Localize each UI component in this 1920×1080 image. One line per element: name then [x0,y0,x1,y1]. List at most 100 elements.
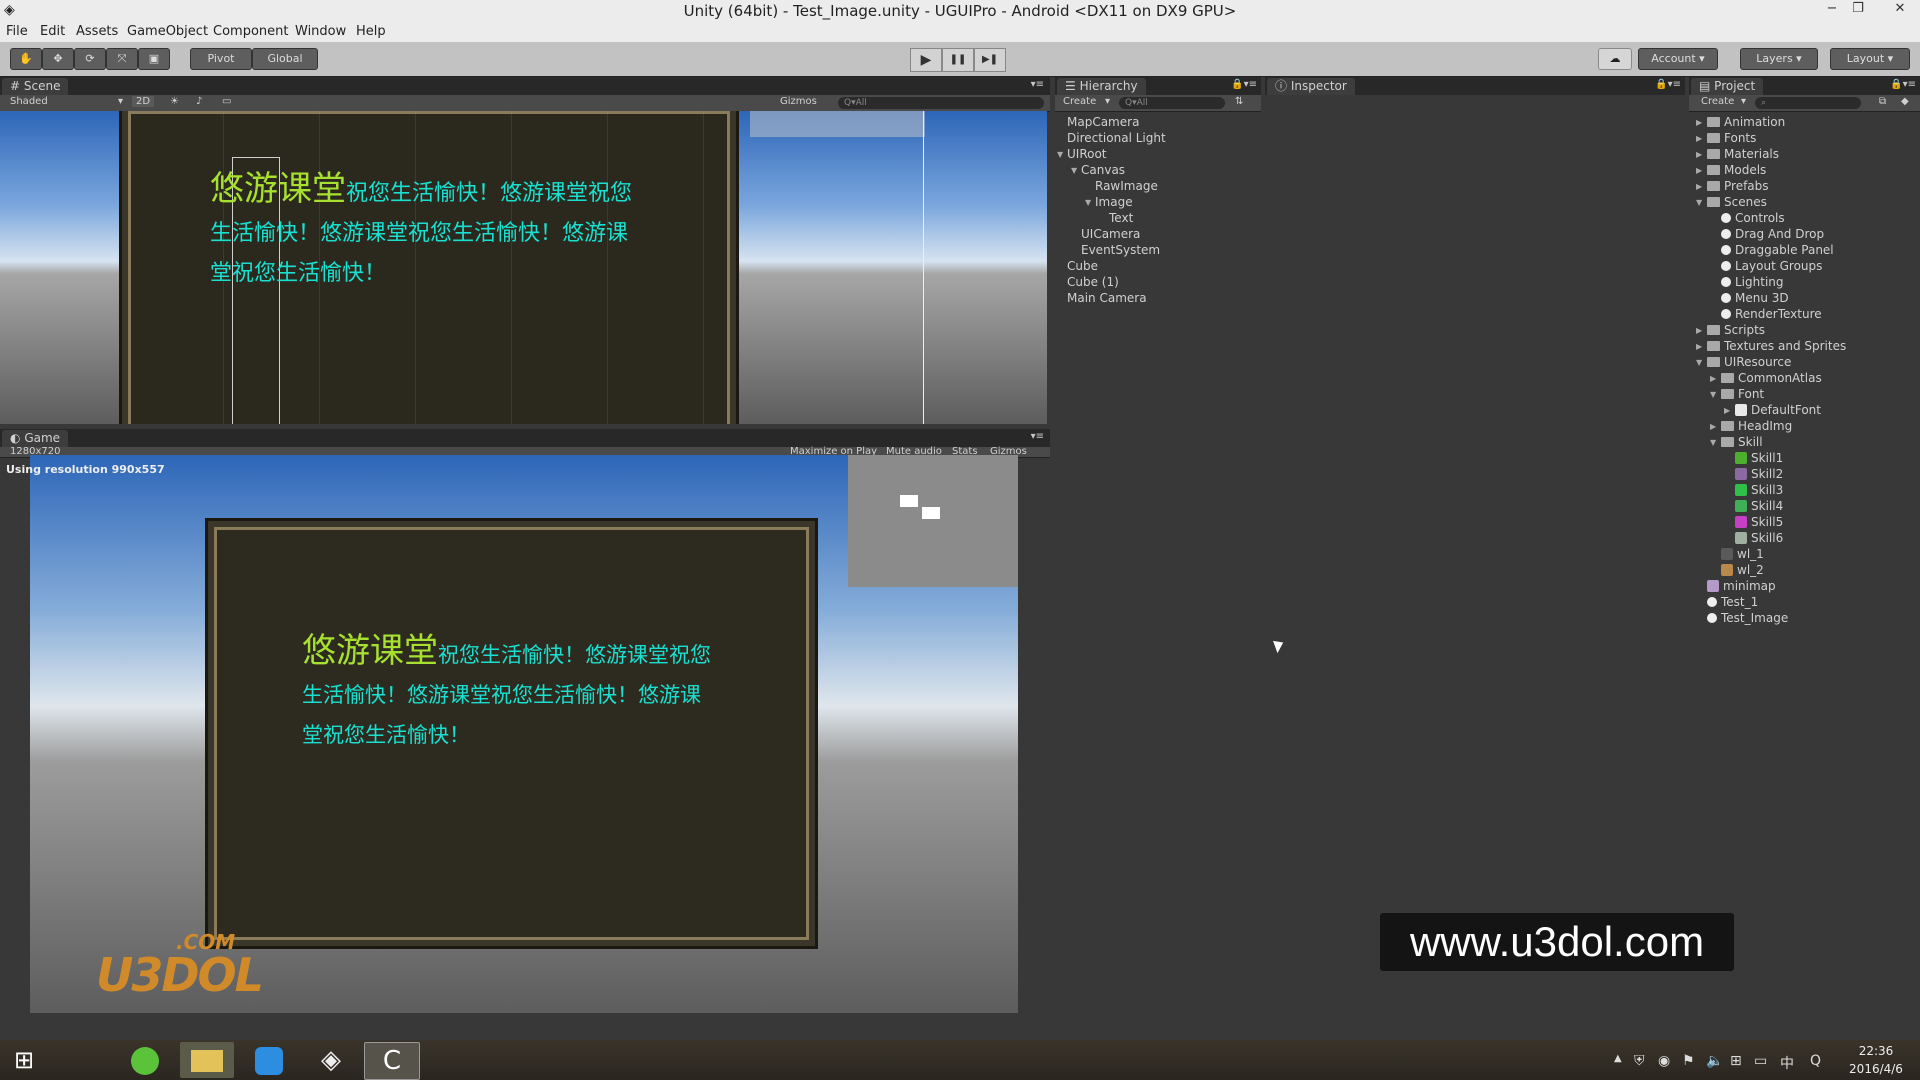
windows-start-icon[interactable]: ⊞ [0,1042,48,1078]
expand-arrow-icon[interactable]: ▼ [1071,166,1077,175]
project-item[interactable]: ▶ Textures and Sprites [1696,339,1846,353]
pivot-toggle[interactable]: Pivot [190,48,252,70]
expand-arrow-icon[interactable]: ▼ [1696,198,1702,207]
project-item[interactable]: ▼ Skill [1710,435,1763,449]
expand-arrow-icon[interactable]: ▼ [1710,438,1716,447]
hierarchy-item[interactable]: Text [1109,211,1133,225]
project-item[interactable]: minimap [1707,579,1776,593]
effects-toggle-icon[interactable]: ▭ [222,96,231,107]
project-item[interactable]: ▶ Animation [1696,115,1785,129]
project-filter-icon[interactable]: ⧉ [1879,96,1886,107]
restore-button[interactable]: ❐ [1846,1,1870,21]
expand-arrow-icon[interactable]: ▼ [1085,198,1091,207]
menu-assets[interactable]: Assets [76,24,118,39]
hierarchy-item[interactable]: Cube (1) [1067,275,1119,289]
2d-toggle[interactable]: 2D [132,96,155,107]
expand-arrow-icon[interactable]: ▶ [1696,150,1702,159]
project-item[interactable]: Menu 3D [1721,291,1789,305]
global-toggle[interactable]: Global [252,48,318,70]
project-lock-icon[interactable]: 🔒▾≡ [1890,79,1916,90]
game-panel-menu-icon[interactable]: ▾≡ [1031,431,1044,442]
scale-tool-icon[interactable]: ⤧ [106,48,138,70]
project-item[interactable]: Skill3 [1735,483,1783,497]
project-item[interactable]: Test_1 [1707,595,1758,609]
layers-dropdown[interactable]: Layers ▾ [1740,48,1818,70]
scene-search-input[interactable]: Q▾All [838,97,1044,109]
expand-arrow-icon[interactable]: ▶ [1696,182,1702,191]
project-item[interactable]: ▶ Materials [1696,147,1779,161]
app-360-icon[interactable] [118,1042,172,1078]
clock-date[interactable]: 2016/4/6 [1840,1062,1912,1076]
lighting-toggle-icon[interactable]: ☀ [170,96,179,107]
project-item[interactable]: ▶ HeadImg [1710,419,1792,433]
project-item[interactable]: Skill1 [1735,451,1783,465]
tray-ime-icon[interactable]: 中 [1780,1053,1794,1073]
tray-flag-icon[interactable]: ⚑ [1682,1053,1695,1069]
qq-browser-icon[interactable] [242,1042,296,1078]
panel-menu-icon[interactable]: ▾≡ [1031,79,1044,90]
project-item[interactable]: Drag And Drop [1721,227,1824,241]
hand-tool-icon[interactable]: ✋ [10,48,42,70]
expand-arrow-icon[interactable]: ▶ [1696,326,1702,335]
project-item[interactable]: RenderTexture [1721,307,1822,321]
menu-help[interactable]: Help [356,24,386,39]
camtasia-icon[interactable]: C [364,1042,420,1080]
project-item[interactable]: Skill6 [1735,531,1783,545]
cloud-icon[interactable]: ☁ [1598,48,1632,70]
unity-taskbar-icon[interactable]: ◈ [304,1042,358,1078]
menu-window[interactable]: Window [295,24,346,39]
hierarchy-search-input[interactable]: Q▾All [1119,97,1225,109]
hierarchy-create-dropdown[interactable]: Create [1063,96,1096,107]
expand-arrow-icon[interactable]: ▶ [1696,166,1702,175]
shading-dropdown[interactable]: Shaded [10,96,48,107]
tray-network-icon[interactable]: ▭ [1754,1053,1767,1069]
project-item[interactable]: Draggable Panel [1721,243,1834,257]
expand-arrow-icon[interactable]: ▼ [1696,358,1702,367]
tab-project[interactable]: ▤ Project [1691,78,1764,95]
hierarchy-item[interactable]: ▼ Image [1085,195,1133,209]
hierarchy-item[interactable]: RawImage [1095,179,1158,193]
rotate-tool-icon[interactable]: ⟳ [74,48,106,70]
project-item[interactable]: Lighting [1721,275,1784,289]
project-item[interactable]: Skill2 [1735,467,1783,481]
hierarchy-item[interactable]: Directional Light [1067,131,1166,145]
file-explorer-icon[interactable] [180,1042,234,1078]
inspector-lock-icon[interactable]: 🔒▾≡ [1655,79,1681,90]
project-item[interactable]: ▼ Scenes [1696,195,1767,209]
menu-component[interactable]: Component [213,24,288,39]
tab-hierarchy[interactable]: ☰ Hierarchy [1057,78,1146,95]
tray-expand-icon[interactable]: ▲ [1614,1053,1622,1064]
hierarchy-item[interactable]: ▼ Canvas [1071,163,1125,177]
project-item[interactable]: ▶ Models [1696,163,1766,177]
project-item[interactable]: wl_1 [1721,547,1764,561]
expand-arrow-icon[interactable]: ▶ [1724,406,1730,415]
scene-viewport[interactable]: 悠游课堂祝您生活愉快！悠游课堂祝您 生活愉快！悠游课堂祝您生活愉快！悠游课 堂祝… [0,111,1047,424]
account-dropdown[interactable]: Account ▾ [1638,48,1718,70]
hierarchy-sort-icon[interactable]: ⇅ [1235,96,1243,107]
expand-arrow-icon[interactable]: ▼ [1057,150,1063,159]
project-search-input[interactable]: ⌕ [1755,97,1861,109]
expand-arrow-icon[interactable]: ▼ [1710,390,1716,399]
project-item[interactable]: Skill4 [1735,499,1783,513]
project-item[interactable]: ▶ CommonAtlas [1710,371,1822,385]
project-label-icon[interactable]: ◆ [1901,96,1909,107]
project-item[interactable]: Controls [1721,211,1785,225]
step-button[interactable]: ▶❚ [974,48,1006,72]
project-item[interactable]: ▶ DefaultFont [1724,403,1821,417]
hierarchy-item[interactable]: MapCamera [1067,115,1139,129]
menu-file[interactable]: File [6,24,28,39]
project-item[interactable]: ▶ Fonts [1696,131,1756,145]
expand-arrow-icon[interactable]: ▶ [1696,118,1702,127]
pause-button[interactable]: ❚❚ [942,48,974,72]
hierarchy-item[interactable]: EventSystem [1081,243,1160,257]
game-viewport[interactable]: 悠游课堂祝您生活愉快！悠游课堂祝您 生活愉快！悠游课堂祝您生活愉快！悠游课 堂祝… [30,455,1018,1013]
hierarchy-lock-icon[interactable]: 🔒▾≡ [1231,79,1257,90]
hierarchy-item[interactable]: Main Camera [1067,291,1147,305]
project-item[interactable]: ▼ UIResource [1696,355,1791,369]
clock-time[interactable]: 22:36 [1846,1044,1906,1058]
expand-arrow-icon[interactable]: ▶ [1696,342,1702,351]
play-button[interactable]: ▶ [910,48,942,72]
audio-toggle-icon[interactable]: ♪ [196,96,202,107]
menu-edit[interactable]: Edit [40,24,65,39]
project-create-dropdown[interactable]: Create [1701,96,1734,107]
